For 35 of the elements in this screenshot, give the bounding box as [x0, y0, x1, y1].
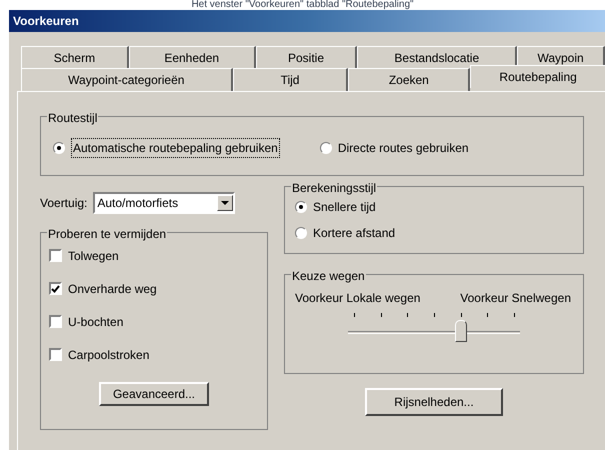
tab[interactable]: Zoeken: [348, 68, 470, 91]
tab[interactable]: Routebepaling: [470, 64, 605, 88]
tab[interactable]: Waypoint-categorieën: [21, 68, 233, 91]
radio-button[interactable]: [295, 226, 307, 239]
radio-button[interactable]: [53, 142, 65, 154]
window-title: Voorkeuren: [13, 12, 79, 30]
radio-button[interactable]: [320, 142, 332, 154]
checkbox[interactable]: [49, 249, 62, 262]
checkbox[interactable]: [49, 348, 62, 362]
speeds-button[interactable]: Rijsnelheden...: [365, 388, 503, 416]
checkbox-label: U-bochten: [68, 314, 124, 331]
advanced-button[interactable]: Geavanceerd...: [99, 382, 209, 406]
radio-label: Snellere tijd: [313, 198, 376, 216]
radio-label: Directe routes gebruiken: [338, 140, 469, 157]
checkbox-label: Tolwegen: [68, 248, 119, 265]
caption: Het venster "Voorkeuren" tabblad "Routebepaling": [191, 0, 414, 10]
vehicle-label: Voertuig:: [40, 194, 88, 212]
tab[interactable]: Eenheden: [128, 46, 256, 69]
checkbox-label: Onverharde weg: [68, 280, 157, 298]
checkbox-label: Carpoolstroken: [68, 346, 150, 364]
road-preference-slider[interactable]: [348, 310, 520, 345]
checkbox[interactable]: [49, 282, 62, 296]
slider-left-label: Voorkeur Lokale wegen: [295, 290, 420, 307]
tab[interactable]: Bestandslocatie: [357, 46, 518, 69]
checkbox[interactable]: [49, 315, 62, 328]
radio-button[interactable]: [295, 200, 307, 213]
slider-right-label: Voorkeur Snelwegen: [460, 290, 571, 307]
radio-label: Kortere afstand: [313, 224, 396, 242]
radio-label: Automatische routebepaling gebruiken: [71, 138, 280, 158]
tab[interactable]: Tijd: [232, 68, 348, 91]
vehicle-dropdown[interactable]: Auto/motorfiets: [93, 192, 236, 214]
slider-thumb[interactable]: [454, 320, 467, 342]
dropdown-value: Auto/motorfiets: [96, 194, 180, 212]
tab[interactable]: Positie: [256, 46, 358, 69]
tab[interactable]: Scherm: [21, 46, 129, 69]
